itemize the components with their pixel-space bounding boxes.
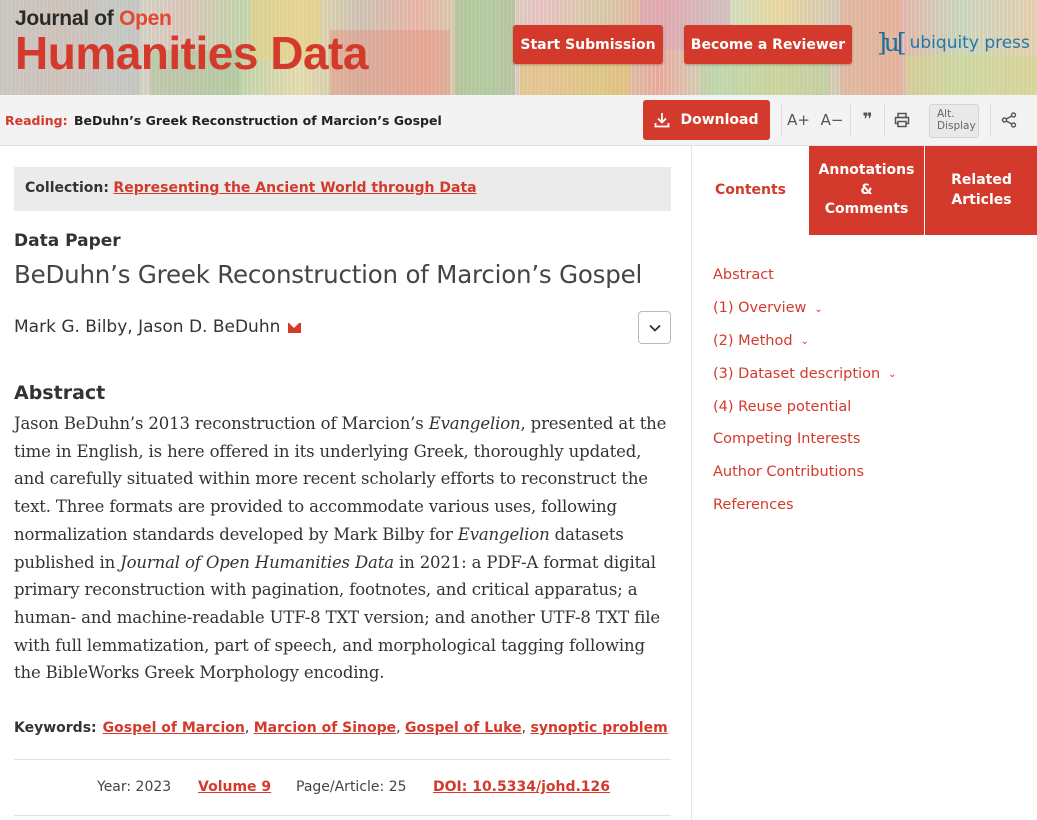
tab-annotations-comments[interactable]: Annotations & Comments [809, 146, 924, 235]
print-icon [894, 112, 909, 128]
quote-icon: ❞ [862, 110, 873, 130]
download-icon [655, 113, 670, 128]
ubiquity-press-logo[interactable]: ]u[ ubiquity press [877, 30, 1030, 55]
font-decrease-button[interactable]: A− [815, 104, 849, 136]
collection-banner: Collection: Representing the Ancient Wor… [14, 167, 671, 211]
article-type: Data Paper [14, 231, 121, 251]
chevron-down-icon [648, 324, 661, 332]
toc-item-competing-interests[interactable]: Competing Interests [713, 423, 897, 456]
toc-item-reuse-potential[interactable]: (4) Reuse potential [713, 390, 897, 423]
article-title: BeDuhn’s Greek Reconstruction of Marcion… [14, 260, 643, 289]
ubiquity-mark-icon: ]u[ [877, 28, 907, 57]
print-button[interactable] [884, 104, 918, 136]
chevron-down-icon[interactable]: ⌄ [801, 336, 809, 347]
collection-link[interactable]: Representing the Ancient World through D… [113, 180, 476, 196]
keyword-link[interactable]: Gospel of Luke [405, 720, 522, 736]
tab-contents[interactable]: Contents [692, 146, 809, 235]
toc-item-method[interactable]: (2) Method ⌄ [713, 325, 897, 358]
download-button[interactable]: Download [643, 100, 770, 140]
share-button[interactable] [990, 104, 1026, 136]
share-icon [1001, 112, 1016, 128]
font-increase-button[interactable]: A+ [781, 104, 815, 136]
cite-button[interactable]: ❞ [850, 104, 884, 136]
email-icon[interactable] [288, 323, 302, 333]
chevron-down-icon[interactable]: ⌄ [814, 304, 822, 315]
toc-item-abstract[interactable]: Abstract [713, 259, 897, 292]
start-submission-button[interactable]: Start Submission [513, 25, 663, 64]
reading-indicator: Reading: BeDuhn’s Greek Reconstruction o… [5, 113, 442, 128]
become-reviewer-button[interactable]: Become a Reviewer [684, 25, 852, 64]
keyword-link[interactable]: Gospel of Marcion [103, 720, 245, 736]
column-divider [691, 146, 692, 820]
site-header: Journal of Open Humanities Data Start Su… [0, 0, 1037, 95]
article-metadata: Year: 2023 Volume 9 Page/Article: 25 DOI… [14, 759, 671, 816]
toc-item-dataset-description[interactable]: (3) Dataset description ⌄ [713, 357, 897, 390]
abstract-text: Jason BeDuhn’s 2013 reconstruction of Ma… [14, 414, 667, 683]
table-of-contents: Abstract (1) Overview ⌄ (2) Method ⌄ (3) D… [713, 259, 897, 521]
abstract-heading: Abstract [14, 382, 106, 404]
author-list: Mark G. Bilby, Jason D. BeDuhn [14, 317, 302, 337]
chevron-down-icon[interactable]: ⌄ [888, 369, 896, 380]
publication-year: Year: 2023 [97, 779, 172, 795]
keyword-link[interactable]: synoptic problem [531, 720, 668, 736]
authors-text[interactable]: Mark G. Bilby, Jason D. BeDuhn [14, 317, 280, 337]
journal-logo[interactable]: Journal of Open Humanities Data [15, 8, 368, 76]
reading-toolbar: Reading: BeDuhn’s Greek Reconstruction o… [0, 95, 1037, 146]
doi-link[interactable]: DOI: 10.5334/johd.126 [433, 779, 610, 795]
keywords: Keywords: Gospel of Marcion, Marcion of S… [14, 720, 668, 736]
tab-related-articles[interactable]: Related Articles [925, 146, 1037, 235]
toc-item-overview[interactable]: (1) Overview ⌄ [713, 292, 897, 325]
alt-display-button[interactable]: Alt. Display [929, 104, 979, 138]
toc-item-author-contributions[interactable]: Author Contributions [713, 456, 897, 489]
keyword-link[interactable]: Marcion of Sinope [254, 720, 396, 736]
page-article: Page/Article: 25 [296, 779, 407, 795]
author-details-toggle[interactable] [638, 311, 671, 344]
volume-link[interactable]: Volume 9 [198, 779, 271, 795]
toc-item-references[interactable]: References [713, 489, 897, 522]
